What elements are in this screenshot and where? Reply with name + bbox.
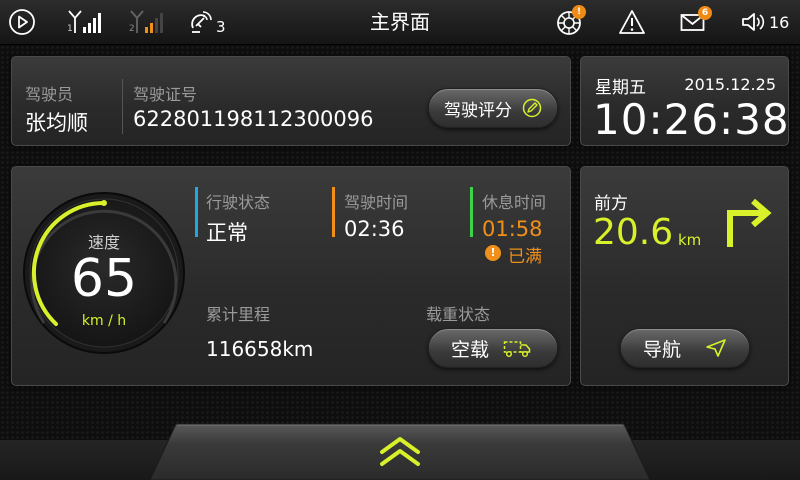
navigation-panel: 前方 20.6 km 导航 (580, 166, 789, 386)
nav-distance: 20.6 (593, 212, 674, 253)
rest-time-bar (470, 187, 473, 237)
pencil-icon (522, 98, 542, 118)
navigation-button-label: 导航 (642, 338, 681, 361)
load-status-label: 载重状态 (426, 305, 491, 324)
driver-name: 张均顺 (25, 111, 88, 135)
nav-distance-unit: km (678, 231, 702, 249)
drive-status-label: 行驶状态 (206, 193, 271, 212)
driving-score-button[interactable]: 驾驶评分 (428, 88, 558, 128)
truck-icon (503, 341, 531, 358)
divider (122, 79, 123, 134)
navigation-button[interactable]: 导航 (620, 328, 750, 368)
driver-panel: 驾驶员 张均顺 驾驶证号 622801198112300096 驾驶评分 (11, 56, 571, 146)
nav-ahead-label: 前方 (594, 194, 628, 214)
expand-up-button[interactable] (370, 434, 430, 470)
speed-value: 65 (70, 249, 138, 309)
play-circle-icon[interactable] (8, 0, 36, 44)
signal-1-index: 1 (67, 24, 73, 34)
speedometer: 速度 65 km / h (22, 191, 186, 355)
volume-level: 16 (769, 12, 790, 32)
signal-2-index: 2 (129, 24, 135, 34)
load-status-button[interactable]: 空载 (428, 328, 558, 368)
status-bar: 1 2 3 主界面 ! 6 16 (0, 0, 800, 45)
turn-right-icon (727, 198, 772, 247)
license-number: 622801198112300096 (133, 107, 374, 131)
drive-status-bar (195, 187, 198, 237)
drive-time-value: 02:36 (344, 217, 405, 241)
date: 2015.12.25 (684, 75, 776, 94)
rest-warning-text: 已满 (508, 247, 542, 267)
chevron-up-icon (380, 437, 420, 466)
driver-name-label: 驾驶员 (25, 85, 74, 104)
drive-time-bar (332, 187, 335, 237)
rest-warning-icon: ! (485, 245, 501, 261)
alert-badge: ! (572, 5, 586, 19)
drive-time-label: 驾驶时间 (344, 193, 409, 212)
mileage-value: 116658km (206, 337, 314, 361)
mail-icon[interactable]: 6 (680, 0, 712, 44)
satellite-count: 3 (216, 18, 226, 36)
license-label: 驾驶证号 (133, 85, 198, 104)
datetime-panel: 星期五 2015.12.25 10:26:38 (580, 56, 789, 146)
speed-unit: km / h (81, 313, 127, 329)
signal-1-icon: 1 (66, 0, 102, 44)
tire-icon[interactable]: ! (556, 0, 586, 44)
load-status-value: 空载 (451, 338, 490, 361)
satellite-icon: 3 (188, 0, 226, 44)
volume-icon[interactable]: 16 (741, 0, 789, 44)
signal-2-icon: 2 (128, 0, 164, 44)
clock-time: 10:26:38 (593, 95, 790, 144)
bottom-drawer (0, 420, 800, 480)
mileage-label: 累计里程 (206, 305, 271, 324)
rest-time-value: 01:58 (482, 217, 543, 241)
send-arrow-icon (706, 339, 726, 357)
message-count-badge: 6 (698, 6, 712, 20)
rest-time-label: 休息时间 (482, 193, 547, 212)
driving-score-label: 驾驶评分 (444, 100, 512, 121)
warning-icon[interactable] (618, 0, 646, 44)
drive-status-value: 正常 (206, 221, 248, 245)
status-panel: 速度 65 km / h 行驶状态 正常 驾驶时间 02:36 休息时间 01:… (11, 166, 571, 386)
